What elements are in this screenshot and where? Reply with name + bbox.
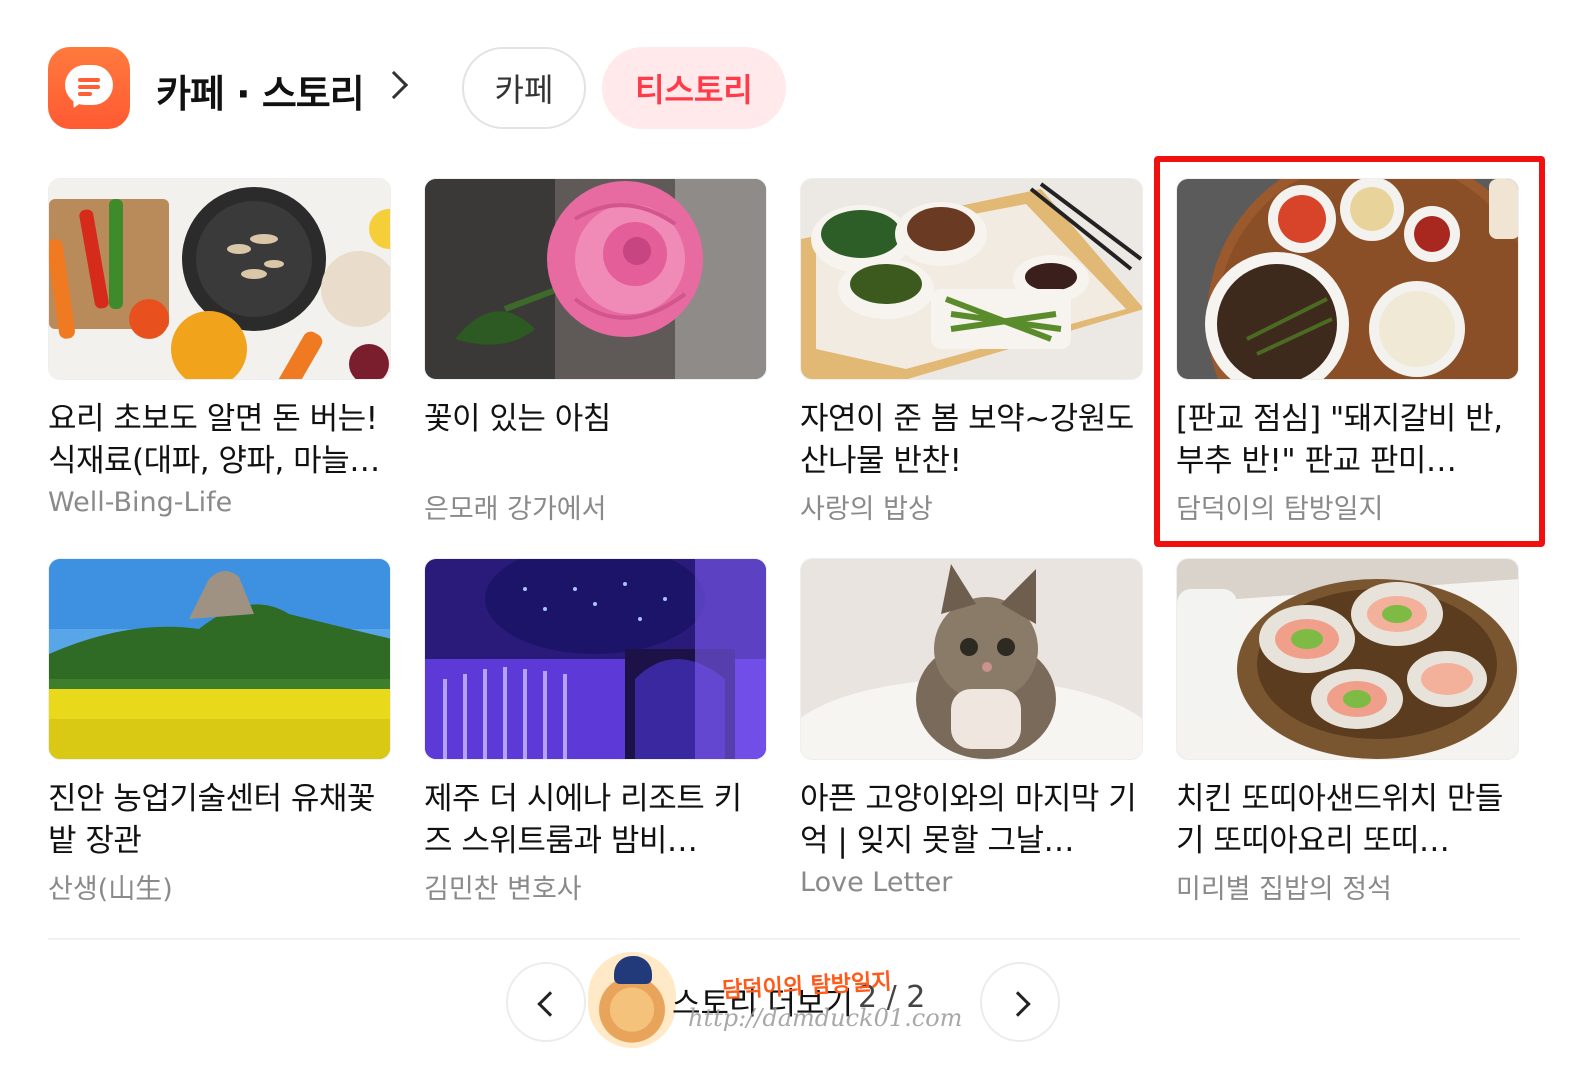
divider — [48, 938, 1520, 940]
card-blog-name: Love Letter — [800, 867, 953, 898]
tab-tistory[interactable]: 티스토리 — [602, 47, 786, 129]
card-thumbnail[interactable] — [48, 178, 391, 380]
card-blog-name: 은모래 강가에서 — [424, 494, 607, 525]
prev-page-button[interactable] — [506, 962, 586, 1042]
section-header: 카페 · 스토리 카페 티스토리 — [48, 47, 848, 129]
story-card[interactable]: 진안 농업기술센터 유채꽃밭 장관 산생(山生) — [48, 558, 391, 906]
card-title[interactable]: 제주 더 시에나 리조트 키즈 스위트룸과 밤비… — [424, 778, 767, 862]
card-thumbnail[interactable] — [424, 558, 767, 760]
story-card[interactable]: 자연이 준 봄 보약~강원도 산나물 반찬! 사랑의 밥상 — [800, 178, 1143, 526]
card-thumbnail[interactable] — [1176, 558, 1519, 760]
watermark-avatar-hat — [614, 956, 652, 984]
story-card[interactable]: 치킨 또띠아샌드위치 만들기 또띠아요리 또띠… 미리별 집밥의 정석 — [1176, 558, 1519, 906]
card-title[interactable]: 요리 초보도 알면 돈 버는! 식재료(대파, 양파, 마늘… — [48, 398, 391, 482]
card-title[interactable]: 자연이 준 봄 보약~강원도 산나물 반찬! — [800, 398, 1143, 482]
card-title[interactable]: 치킨 또띠아샌드위치 만들기 또띠아요리 또띠… — [1176, 778, 1519, 862]
section-title-link[interactable]: 카페 · 스토리 — [156, 63, 365, 118]
card-title[interactable]: 꽃이 있는 아침 — [424, 398, 767, 482]
card-blog-name: 산생(山生) — [48, 874, 173, 905]
card-blog-name: 미리별 집밥의 정석 — [1176, 874, 1392, 905]
next-page-button[interactable] — [980, 962, 1060, 1042]
story-card[interactable]: 아픈 고양이와의 마지막 기억 | 잊지 못할 그날… Love Letter — [800, 558, 1143, 898]
card-blog-name: Well-Bing-Life — [48, 487, 233, 518]
story-card[interactable]: 제주 더 시에나 리조트 키즈 스위트룸과 밤비… 김민찬 변호사 — [424, 558, 767, 906]
highlight-box — [1154, 156, 1545, 547]
watermark-url: http://damduck01.com — [688, 1004, 963, 1032]
card-title[interactable]: 진안 농업기술센터 유채꽃밭 장관 — [48, 778, 391, 862]
story-card[interactable]: 요리 초보도 알면 돈 버는! 식재료(대파, 양파, 마늘… Well-Bin… — [48, 178, 391, 518]
card-thumbnail[interactable] — [48, 558, 391, 760]
chevron-left-icon — [537, 991, 563, 1017]
card-blog-name: 김민찬 변호사 — [424, 874, 582, 905]
card-title[interactable]: 아픈 고양이와의 마지막 기억 | 잊지 못할 그날… — [800, 778, 1143, 862]
card-thumbnail[interactable] — [424, 178, 767, 380]
chevron-right-icon — [1005, 991, 1031, 1017]
card-thumbnail[interactable] — [800, 558, 1143, 760]
tab-cafe[interactable]: 카페 — [462, 47, 586, 129]
chevron-right-icon[interactable] — [379, 70, 409, 100]
story-card[interactable]: 꽃이 있는 아침 은모래 강가에서 — [424, 178, 767, 526]
card-thumbnail[interactable] — [800, 178, 1143, 380]
talk-bubble-icon — [48, 47, 130, 129]
card-blog-name: 사랑의 밥상 — [800, 494, 933, 525]
